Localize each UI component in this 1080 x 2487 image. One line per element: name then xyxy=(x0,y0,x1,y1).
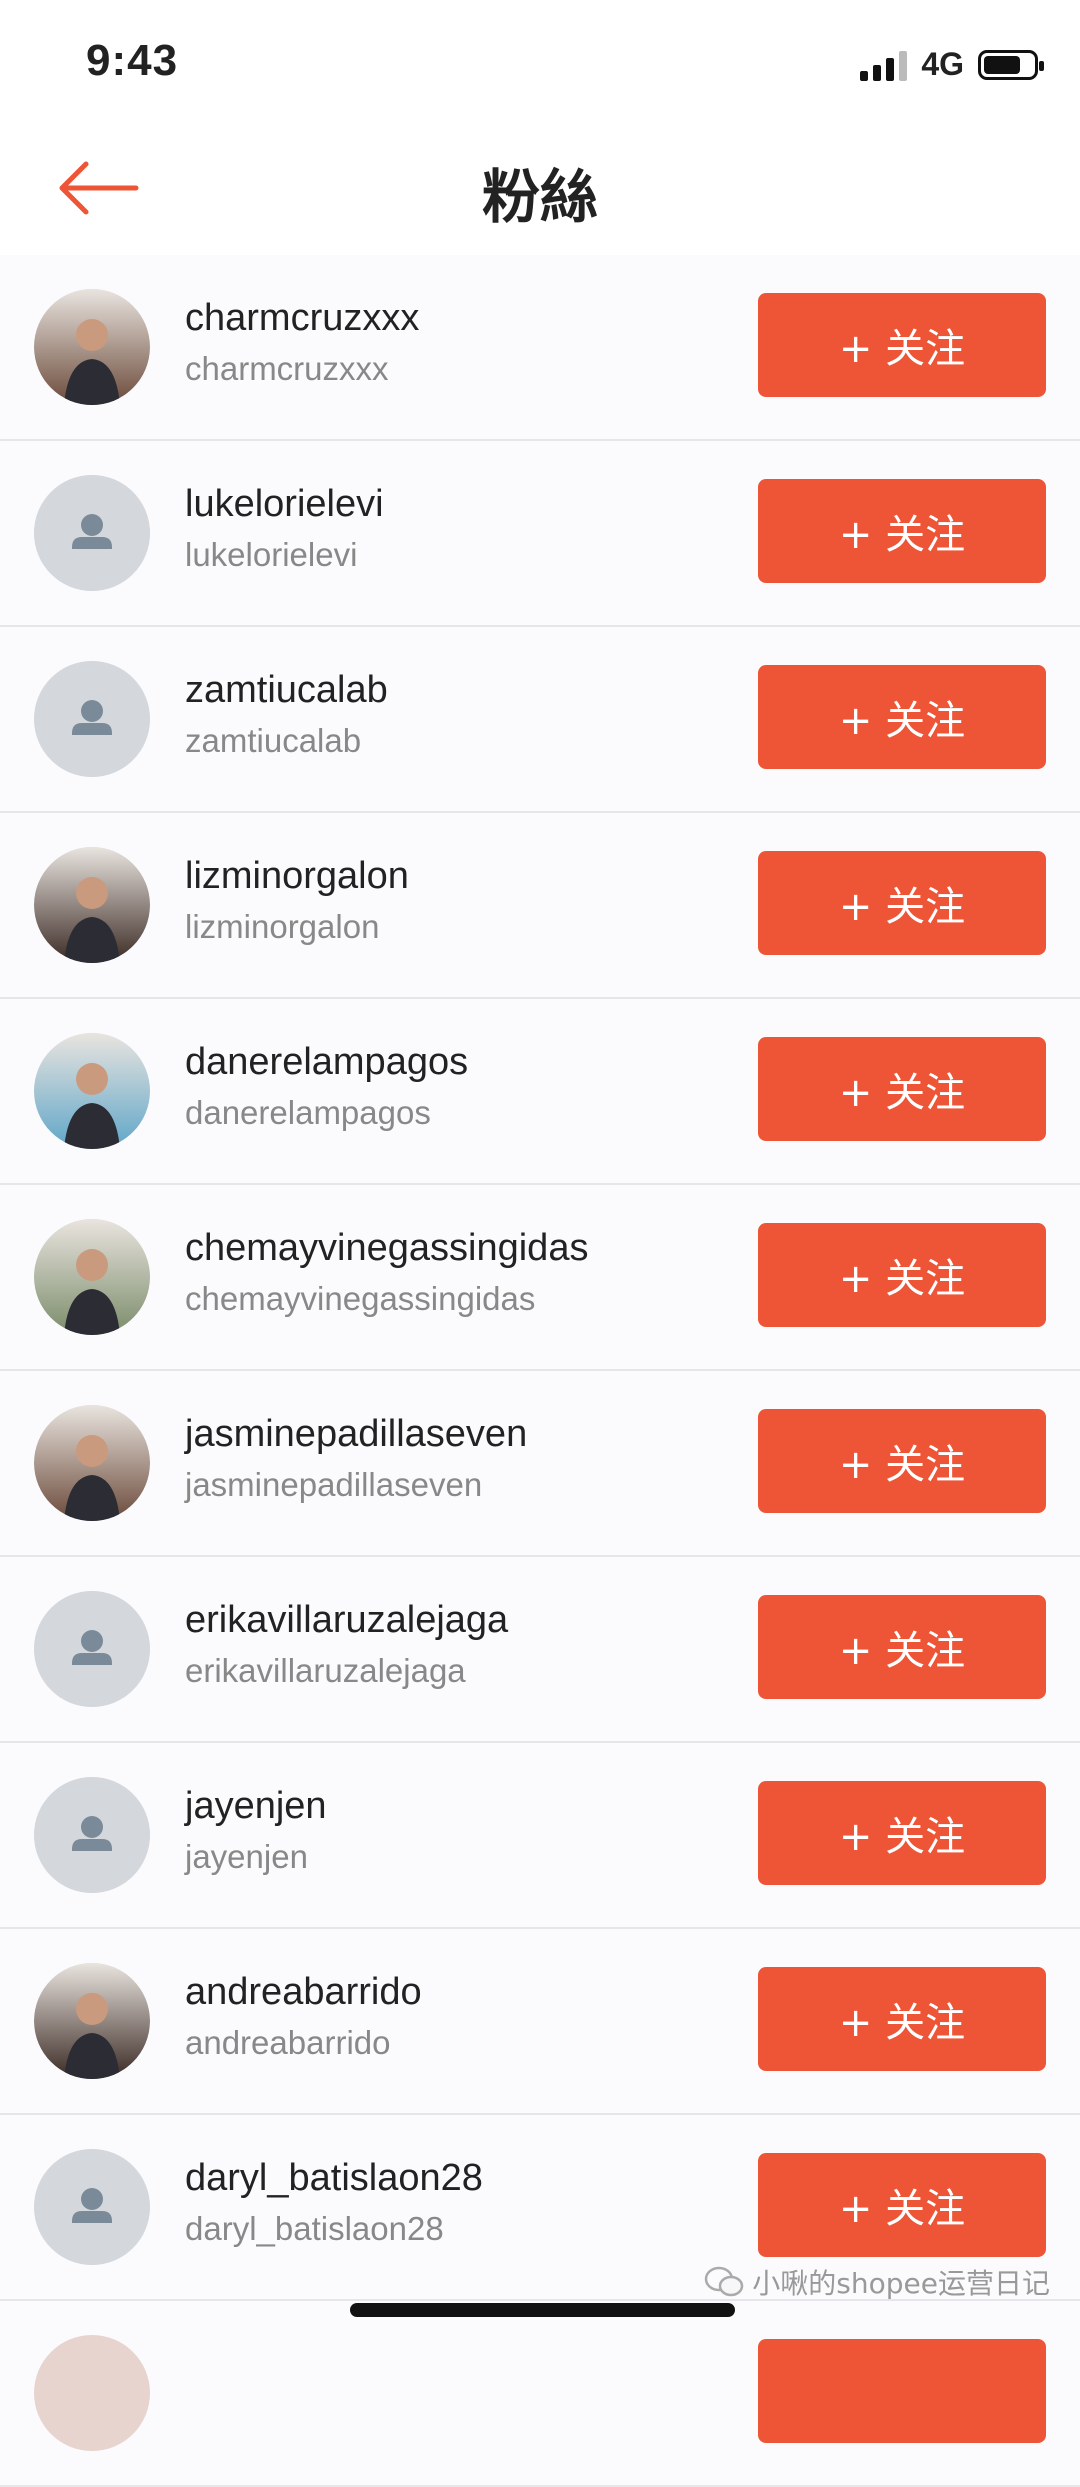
follower-names: lukelorielevi lukelorielevi xyxy=(185,481,384,577)
follower-row[interactable]: chemayvinegassingidas chemayvinegassingid… xyxy=(0,1185,1080,1371)
avatar[interactable] xyxy=(34,847,150,963)
display-name[interactable]: lukelorielevi xyxy=(185,481,384,527)
username: erikavillaruzalejaga xyxy=(185,1652,466,1689)
username: charmcruzxxx xyxy=(185,350,389,387)
avatar[interactable] xyxy=(34,1963,150,2079)
display-name[interactable]: lizminorgalon xyxy=(185,853,409,899)
follow-button[interactable]: + 关注 xyxy=(758,1595,1046,1699)
watermark-text: 小啾的shopee运营日记 xyxy=(752,2267,1050,2300)
wechat-icon xyxy=(705,2266,744,2297)
network-type: 4G xyxy=(921,46,964,82)
avatar[interactable] xyxy=(34,1405,150,1521)
follower-row[interactable]: lukelorielevi lukelorielevi + 关注 xyxy=(0,441,1080,627)
follow-button[interactable]: + 关注 xyxy=(758,851,1046,955)
display-name[interactable]: danerelampagos xyxy=(185,1039,468,1085)
follower-names: lizminorgalon lizminorgalon xyxy=(185,853,409,949)
username: daryl_batislaon28 xyxy=(185,2210,444,2247)
follow-button[interactable]: + 关注 xyxy=(758,1223,1046,1327)
display-name[interactable]: erikavillaruzalejaga xyxy=(185,1597,508,1643)
follower-row[interactable]: danerelampagos danerelampagos + 关注 xyxy=(0,999,1080,1185)
follow-button[interactable]: + 关注 xyxy=(758,1967,1046,2071)
display-name[interactable]: zamtiucalab xyxy=(185,667,388,713)
follower-names: jayenjen jayenjen xyxy=(185,1783,327,1879)
username: lukelorielevi xyxy=(185,536,358,573)
follow-button[interactable]: + 关注 xyxy=(758,293,1046,397)
display-name[interactable]: andreabarrido xyxy=(185,1969,422,2015)
follower-row[interactable]: charmcruzxxx charmcruzxxx + 关注 xyxy=(0,255,1080,441)
follower-row[interactable]: jasminepadillaseven jasminepadillaseven + … xyxy=(0,1371,1080,1557)
follow-button[interactable]: + 关注 xyxy=(758,1781,1046,1885)
username: chemayvinegassingidas xyxy=(185,1280,536,1317)
username: lizminorgalon xyxy=(185,908,380,945)
username: andreabarrido xyxy=(185,2024,391,2061)
follower-row[interactable]: andreabarrido andreabarrido + 关注 xyxy=(0,1929,1080,2115)
display-name[interactable]: jayenjen xyxy=(185,1783,327,1829)
follower-row[interactable]: erikavillaruzalejaga erikavillaruzalejaga… xyxy=(0,1557,1080,1743)
page-title: 粉絲 xyxy=(481,163,598,231)
username: jayenjen xyxy=(185,1838,308,1875)
status-time: 9:43 xyxy=(86,36,179,85)
default-avatar-icon[interactable] xyxy=(34,1591,150,1707)
follower-names: charmcruzxxx charmcruzxxx xyxy=(185,295,419,391)
follower-row[interactable]: zamtiucalab zamtiucalab + 关注 xyxy=(0,627,1080,813)
status-bar: 9:43 4G xyxy=(0,0,1080,120)
follow-button[interactable] xyxy=(758,2339,1046,2443)
display-name[interactable]: jasminepadillaseven xyxy=(185,1411,527,1457)
default-avatar-icon[interactable] xyxy=(34,1777,150,1893)
status-indicators: 4G xyxy=(860,46,1044,83)
username: danerelampagos xyxy=(185,1094,431,1131)
follow-button[interactable]: + 关注 xyxy=(758,2153,1046,2257)
follow-button[interactable]: + 关注 xyxy=(758,665,1046,769)
follow-button[interactable]: + 关注 xyxy=(758,1037,1046,1141)
home-indicator[interactable] xyxy=(350,2303,735,2317)
display-name[interactable]: chemayvinegassingidas xyxy=(185,1225,588,1271)
display-name[interactable]: daryl_batislaon28 xyxy=(185,2155,483,2201)
default-avatar-icon[interactable] xyxy=(34,661,150,777)
avatar[interactable] xyxy=(34,289,150,405)
follower-names: chemayvinegassingidas chemayvinegassingid… xyxy=(185,1225,588,1321)
username: zamtiucalab xyxy=(185,722,362,759)
follower-names: andreabarrido andreabarrido xyxy=(185,1969,422,2065)
display-name[interactable]: charmcruzxxx xyxy=(185,295,419,341)
follower-names: jasminepadillaseven jasminepadillaseven xyxy=(185,1411,527,1507)
avatar[interactable] xyxy=(34,1033,150,1149)
default-avatar-icon[interactable] xyxy=(34,475,150,591)
follower-names: zamtiucalab zamtiucalab xyxy=(185,667,388,763)
follow-button[interactable]: + 关注 xyxy=(758,1409,1046,1513)
follower-row[interactable]: jayenjen jayenjen + 关注 xyxy=(0,1743,1080,1929)
follower-names: erikavillaruzalejaga erikavillaruzalejaga xyxy=(185,1597,508,1693)
default-avatar-icon[interactable] xyxy=(34,2149,150,2265)
username: jasminepadillaseven xyxy=(185,1466,483,1503)
avatar[interactable] xyxy=(34,2335,150,2451)
follower-row[interactable]: lizminorgalon lizminorgalon + 关注 xyxy=(0,813,1080,999)
watermark: 小啾的shopee运营日记 xyxy=(704,2262,1050,2302)
follower-names: daryl_batislaon28 daryl_batislaon28 xyxy=(185,2155,483,2251)
battery-icon xyxy=(978,49,1044,80)
follower-list: charmcruzxxx charmcruzxxx + 关注 lukelorielev… xyxy=(0,255,1080,2487)
avatar[interactable] xyxy=(34,1219,150,1335)
nav-bar: 粉絲 xyxy=(0,120,1080,256)
follower-row-partial[interactable] xyxy=(0,2301,1080,2487)
follow-button[interactable]: + 关注 xyxy=(758,479,1046,583)
signal-icon xyxy=(860,49,908,81)
follower-names: danerelampagos danerelampagos xyxy=(185,1039,468,1135)
